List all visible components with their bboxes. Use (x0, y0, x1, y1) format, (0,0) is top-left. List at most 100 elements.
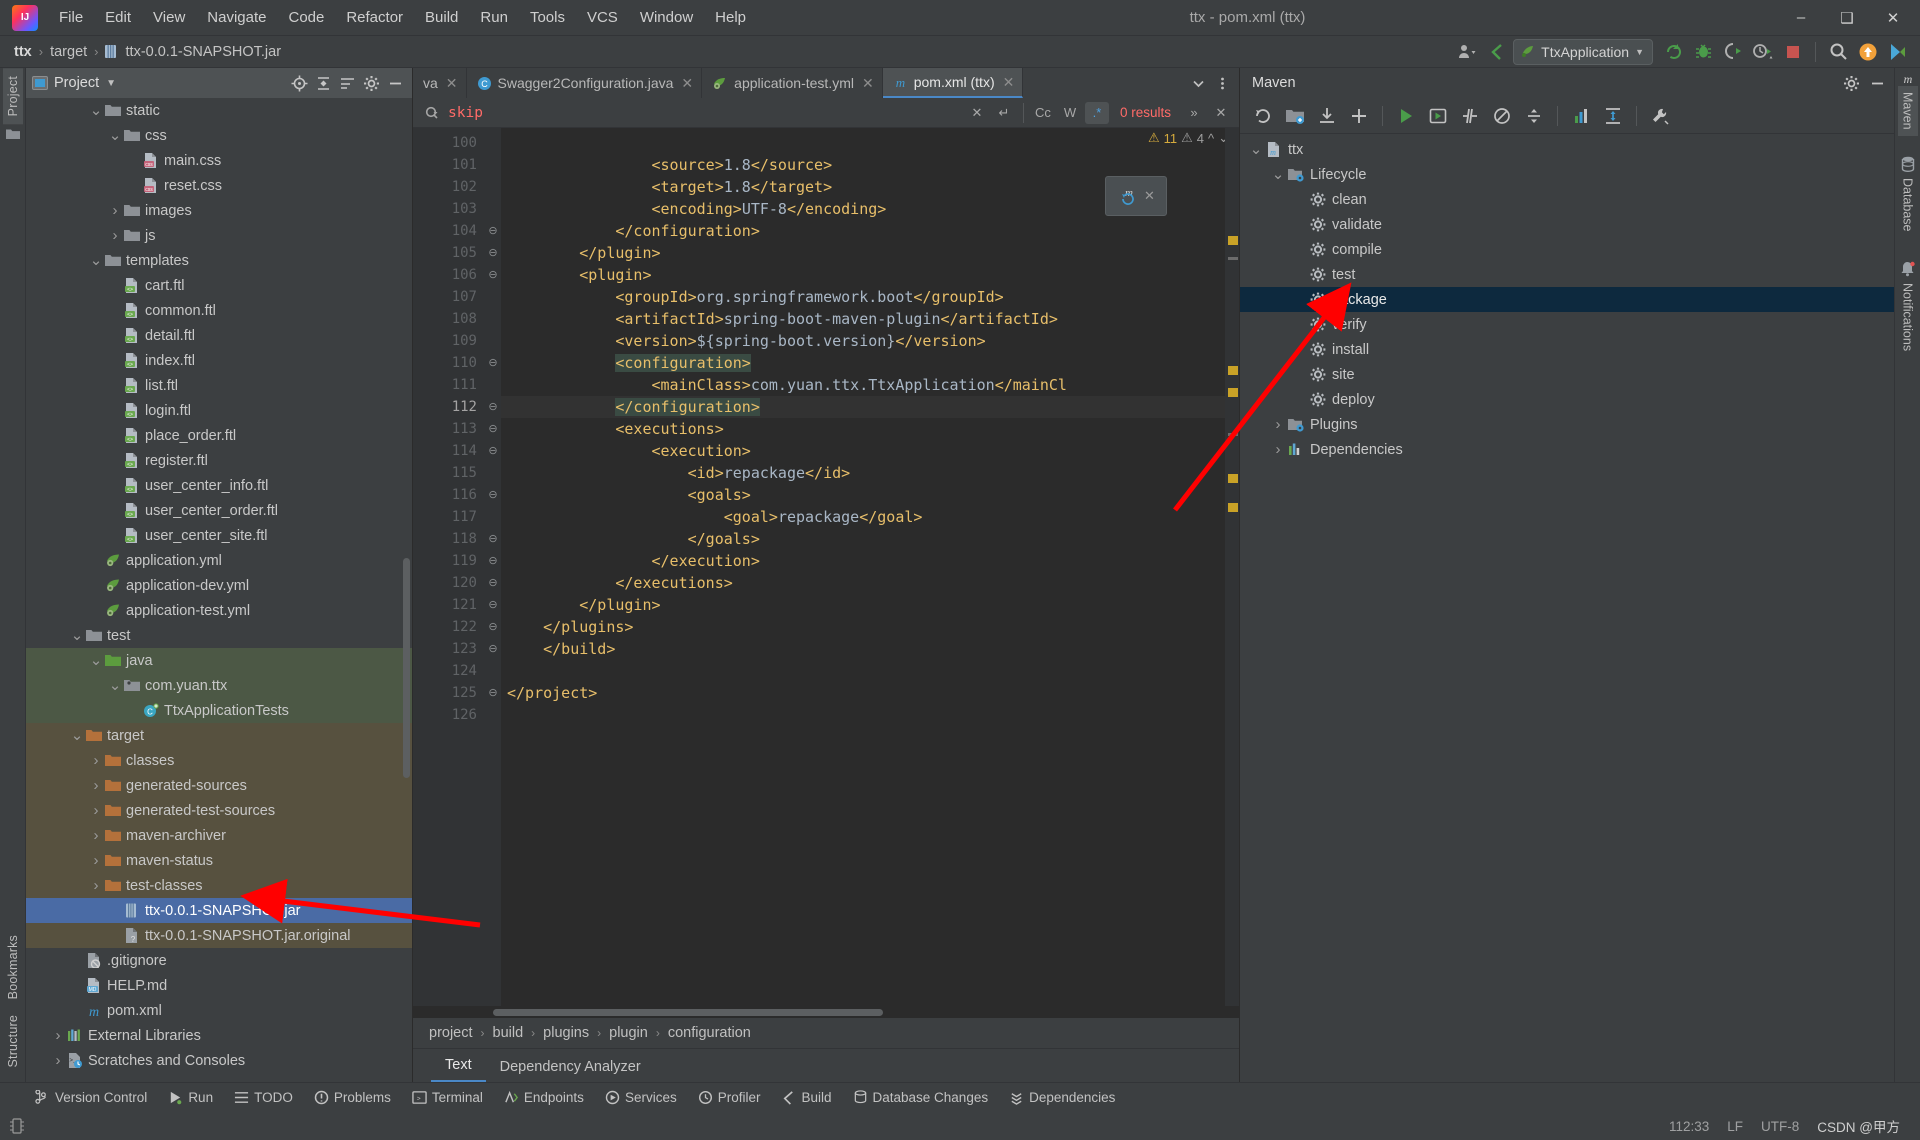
inspection-widget[interactable]: ⚠ 11 ⚠ 4 ^ ⌄ (1148, 130, 1229, 146)
chevron-down-icon[interactable]: ⌄ (1248, 142, 1264, 157)
code-line[interactable]: <id>repackage</id> (501, 462, 1239, 484)
maven-tree-item-lifecycle[interactable]: ⌄ Lifecycle (1240, 162, 1894, 187)
chevron-down-icon[interactable]: ⌄ (1270, 167, 1286, 182)
skip-tests-icon[interactable] (1455, 102, 1485, 130)
chevron-right-icon[interactable]: › (89, 877, 103, 894)
fold-marker-icon[interactable]: ⊖ (485, 550, 501, 572)
code-line[interactable]: <version>${spring-boot.version}</version… (501, 330, 1239, 352)
change-marker[interactable] (1228, 257, 1238, 260)
code-line[interactable]: </executions> (501, 572, 1239, 594)
tool-window-problems[interactable]: Problems (305, 1087, 400, 1108)
chevron-down-icon[interactable]: ⌄ (70, 728, 84, 743)
memory-indicator-icon[interactable] (10, 1118, 24, 1134)
code-line[interactable]: </project> (501, 682, 1239, 704)
notification-update-icon[interactable] (1854, 39, 1882, 65)
file-encoding[interactable]: UTF-8 (1761, 1119, 1799, 1134)
rail-tab-database[interactable]: Database (1898, 172, 1918, 238)
warning-marker[interactable] (1228, 503, 1238, 512)
tab-text[interactable]: Text (431, 1053, 486, 1082)
change-marker[interactable] (1228, 433, 1238, 436)
code-editor[interactable]: 100 101 102 103 104 105 106 107 108 109 110 111 112 1… (413, 128, 1239, 1006)
code-line[interactable]: </build> (501, 638, 1239, 660)
code-line[interactable]: <plugin> (501, 264, 1239, 286)
code-line[interactable] (501, 132, 1239, 154)
project-tree-item-ttx-0-0-1-snapshot-jar[interactable]: ttx-0.0.1-SNAPSHOT.jar (26, 898, 412, 923)
add-icon[interactable] (1344, 102, 1374, 130)
project-tree-item-images[interactable]: › images (26, 198, 412, 223)
maven-tree-item-plugins[interactable]: › Plugins (1240, 412, 1894, 437)
gear-icon[interactable] (1840, 72, 1862, 94)
project-file-tree[interactable]: ⌄ static ⌄ css css main.css css reset.css › image… (26, 98, 412, 1082)
code-line[interactable]: <artifactId>spring-boot-maven-plugin</ar… (501, 308, 1239, 330)
chevron-right-icon[interactable]: › (89, 752, 103, 769)
maven-tree-item-test[interactable]: test (1240, 262, 1894, 287)
editor-tab-truncated[interactable]: va ✕ (413, 68, 467, 98)
previous-problem-icon[interactable]: ^ (1208, 131, 1214, 146)
project-tree-item-external-libraries[interactable]: › External Libraries (26, 1023, 412, 1048)
project-tree-item-index-ftl[interactable]: <> index.ftl (26, 348, 412, 373)
code-line[interactable]: </plugin> (501, 242, 1239, 264)
code-line[interactable]: </goals> (501, 528, 1239, 550)
close-icon[interactable]: ✕ (862, 75, 874, 92)
maven-tree-item-site[interactable]: site (1240, 362, 1894, 387)
maximize-button[interactable]: ❑ (1824, 0, 1870, 36)
project-tree-item-templates[interactable]: ⌄ templates (26, 248, 412, 273)
match-case-toggle[interactable]: Cc (1031, 102, 1055, 124)
menu-tools[interactable]: Tools (519, 5, 576, 30)
fold-marker-icon[interactable]: ⊖ (485, 594, 501, 616)
offline-mode-icon[interactable] (1487, 102, 1517, 130)
breadcrumb-plugin[interactable]: plugin (609, 1025, 648, 1041)
maven-reload-icon[interactable]: m (1117, 185, 1139, 207)
chevron-right-icon[interactable]: › (1270, 416, 1286, 433)
code-line[interactable]: </execution> (501, 550, 1239, 572)
run-maven-goal-icon[interactable] (1391, 102, 1421, 130)
project-tree-item-com-yuan-ttx[interactable]: ⌄ com.yuan.ttx (26, 673, 412, 698)
chevron-right-icon[interactable]: › (51, 1027, 65, 1044)
project-tree-item-application-test-yml[interactable]: application-test.yml (26, 598, 412, 623)
menu-run[interactable]: Run (469, 5, 519, 30)
project-tree-item-detail-ftl[interactable]: <> detail.ftl (26, 323, 412, 348)
execute-maven-goal-icon[interactable] (1423, 102, 1453, 130)
project-tree-item-css[interactable]: ⌄ css (26, 123, 412, 148)
maven-tree-item-deploy[interactable]: deploy (1240, 387, 1894, 412)
project-tree-item-test-classes[interactable]: › test-classes (26, 873, 412, 898)
tool-window-endpoints[interactable]: Endpoints (495, 1087, 593, 1108)
menu-view[interactable]: View (142, 5, 196, 30)
code-line[interactable]: <groupId>org.springframework.boot</group… (501, 286, 1239, 308)
close-icon[interactable]: ✕ (1144, 188, 1155, 204)
project-tree-item-application-dev-yml[interactable]: application-dev.yml (26, 573, 412, 598)
chevron-right-icon[interactable]: › (89, 827, 103, 844)
code-line[interactable] (501, 660, 1239, 682)
search-everywhere-icon[interactable] (1824, 39, 1852, 65)
whole-words-toggle[interactable]: W (1058, 102, 1082, 124)
more-options-icon[interactable] (1211, 72, 1233, 94)
chevron-right-icon[interactable]: › (1270, 441, 1286, 458)
feedback-icon[interactable] (1884, 39, 1912, 65)
tool-window-todo[interactable]: TODO (225, 1087, 302, 1108)
hide-panel-icon[interactable] (1866, 72, 1888, 94)
maven-profiler-icon[interactable] (1566, 102, 1596, 130)
project-tree-item-test[interactable]: ⌄ test (26, 623, 412, 648)
maven-tree-item-verify[interactable]: verify (1240, 312, 1894, 337)
maven-tree-item-ttx[interactable]: ⌄ m ttx (1240, 137, 1894, 162)
caret-position[interactable]: 112:33 (1669, 1119, 1709, 1134)
code-line[interactable]: <goal>repackage</goal> (501, 506, 1239, 528)
fold-marker-icon[interactable]: ⊖ (485, 682, 501, 704)
fold-marker-icon[interactable]: ⊖ (485, 638, 501, 660)
project-tree-item-place-order-ftl[interactable]: <> place_order.ftl (26, 423, 412, 448)
project-tree-item-cart-ftl[interactable]: <> cart.ftl (26, 273, 412, 298)
rail-tab-notifications[interactable]: Notifications (1898, 277, 1918, 357)
project-tree-item-target[interactable]: ⌄ target (26, 723, 412, 748)
fold-marker-icon[interactable]: ⊖ (485, 484, 501, 506)
breadcrumb-project[interactable]: project (429, 1025, 473, 1041)
menu-refactor[interactable]: Refactor (335, 5, 414, 30)
updates-icon[interactable] (1483, 39, 1511, 65)
editor-tab-swagger2configuration[interactable]: C Swagger2Configuration.java ✕ (467, 68, 703, 98)
close-button[interactable]: ✕ (1870, 0, 1916, 36)
breadcrumb-jar-file[interactable]: ttx-0.0.1-SNAPSHOT.jar (122, 42, 286, 62)
chevron-down-icon[interactable]: ⌄ (89, 103, 103, 118)
tool-window-dependencies[interactable]: Dependencies (1000, 1087, 1124, 1108)
project-tree-item-list-ftl[interactable]: <> list.ftl (26, 373, 412, 398)
project-tree-item-pom-xml[interactable]: m pom.xml (26, 998, 412, 1023)
wrench-icon[interactable] (1645, 102, 1675, 130)
